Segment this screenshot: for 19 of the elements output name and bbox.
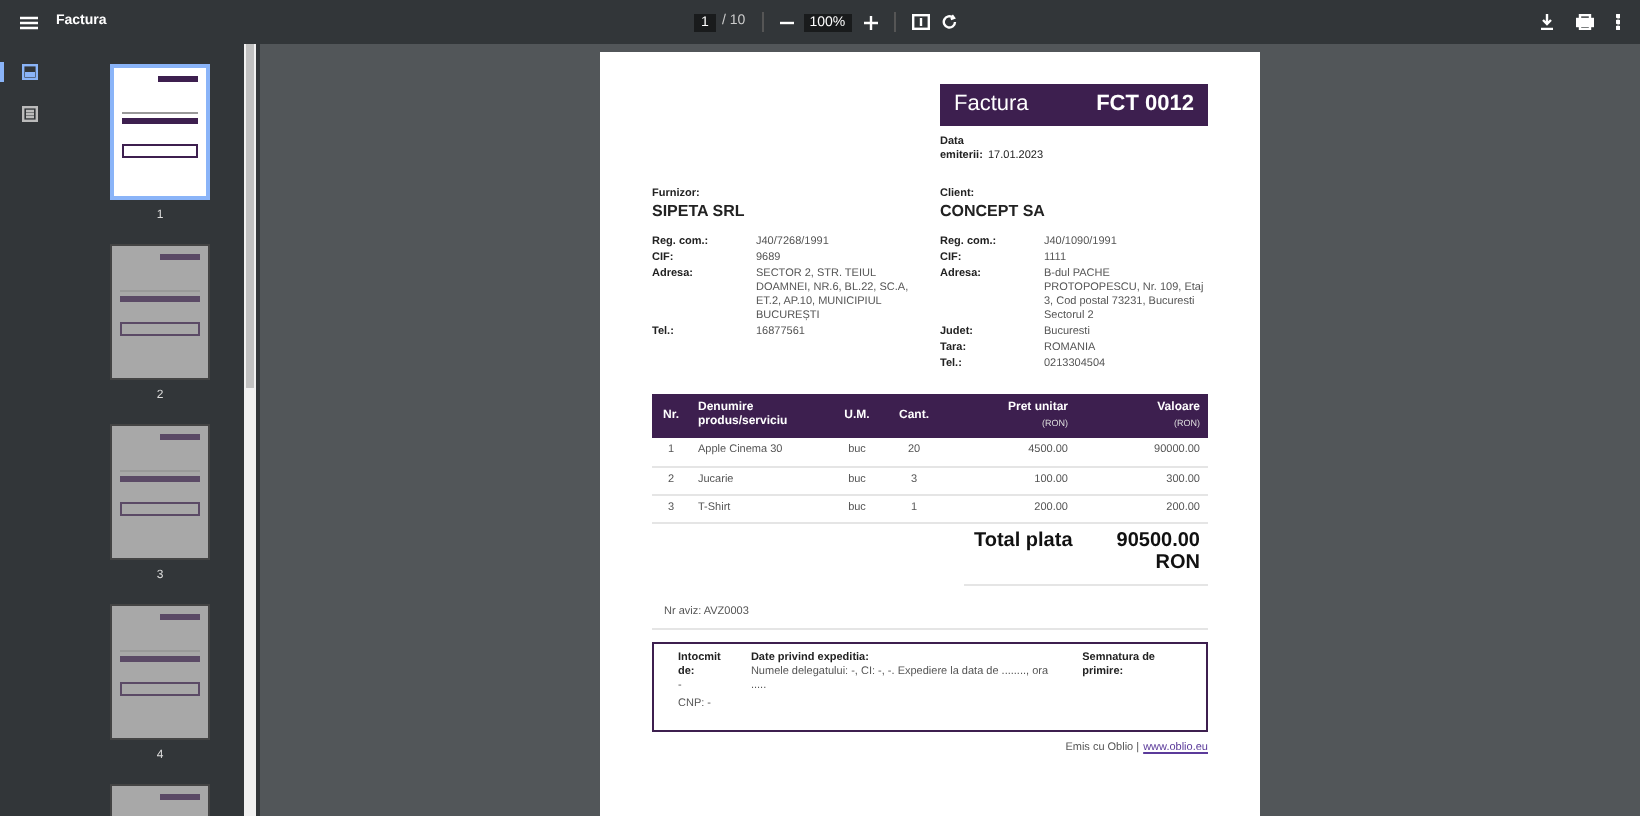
page-thumbnail[interactable] [110, 64, 210, 200]
party-name: SIPETA SRL [652, 202, 747, 220]
scrollbar[interactable] [244, 44, 256, 816]
print-icon[interactable] [1576, 14, 1594, 30]
rotate-icon[interactable] [941, 14, 958, 30]
outline-view-icon[interactable] [22, 106, 38, 122]
page-thumbnail[interactable] [110, 424, 210, 560]
menu-icon[interactable] [20, 15, 38, 29]
invoice-number: FCT 0012 [1096, 98, 1194, 112]
download-icon[interactable] [1540, 14, 1554, 30]
page-thumbnail[interactable] [110, 604, 210, 740]
fit-page-icon[interactable] [911, 14, 930, 30]
page-thumbnail[interactable] [110, 244, 210, 380]
party-name: CONCEPT SA [940, 202, 1047, 220]
total-label: Total plata [974, 529, 1073, 551]
invoice-title: Factura [954, 98, 1029, 112]
zoom-in-icon[interactable] [863, 15, 878, 29]
thumbnails-view-icon[interactable] [22, 64, 38, 80]
total-value: 90500.00 RON [1114, 529, 1200, 573]
